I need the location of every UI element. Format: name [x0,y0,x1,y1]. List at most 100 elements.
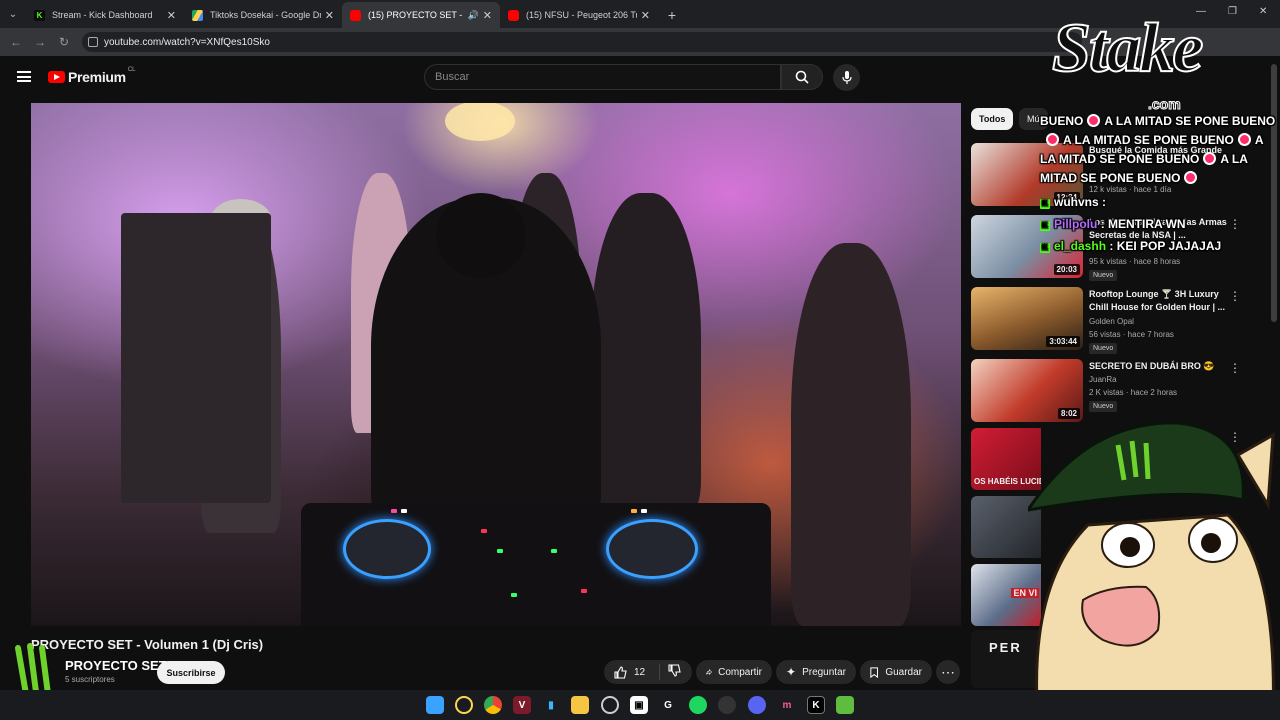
led [641,509,647,513]
chat-line: K Pillpolu : MENTIRA WN [1040,217,1186,231]
rec-channel[interactable]: JuanRa [1089,375,1117,384]
rec-title[interactable]: SECRETO EN DUBÁI BRO 😎 [1089,360,1239,373]
window-close-icon[interactable]: ✕ [1259,6,1267,17]
more-actions-button[interactable]: ⋯ [936,660,960,684]
search-input[interactable]: Buscar [424,64,781,90]
app-icon[interactable] [455,696,473,714]
chat-text: A [1254,133,1264,147]
chat-text: A LA MITAD SE PONE BUENO [1063,133,1234,147]
recommended-video[interactable]: 3:03:44 Rooftop Lounge 🍸 3H Luxury Chill… [971,287,1271,354]
app-icon[interactable]: V [513,696,531,714]
scrollbar[interactable] [1271,64,1277,322]
new-badge: Nuevo [1089,401,1118,412]
chat-text: : [1102,195,1107,209]
stake-logo: Stake [1051,10,1204,87]
ask-label: Preguntar [802,666,846,678]
forward-icon[interactable]: → [28,35,52,49]
tab-1[interactable]: Tiktoks Dosekai - Google Drive ✕ [184,2,342,28]
chat-username: el_dashh [1054,239,1107,253]
chat-text: : KEI POP JAJAJAJ [1109,239,1222,253]
windows-start-icon[interactable] [426,696,444,714]
emote-icon [1087,114,1101,127]
country-code: CL [127,67,136,73]
google-drive-icon [192,9,203,21]
rec-meta: 2 K vistas · hace 2 horas [1089,388,1178,397]
kick-badge-icon: K [1040,199,1050,209]
ask-button[interactable]: ✦ Preguntar [776,660,856,684]
save-button[interactable]: Guardar [860,660,932,684]
share-button[interactable]: Compartir [696,660,772,684]
recommended-video[interactable]: 8:02 SECRETO EN DUBÁI BRO 😎 JuanRa 2 K v… [971,359,1271,423]
file-explorer-icon[interactable] [571,696,589,714]
kick-icon[interactable]: K [807,696,825,714]
back-icon[interactable]: ← [4,35,28,49]
close-icon[interactable]: ✕ [641,9,650,22]
close-icon[interactable]: ✕ [325,9,334,22]
rec-meta: 56 vistas · hace 7 horas [1089,330,1174,339]
channel-name[interactable]: PROYECTO SET [65,658,167,673]
url-field[interactable]: youtube.com/watch?v=XNfQes10Sko [82,32,1082,52]
subscribe-button[interactable]: Suscribirse [157,661,225,684]
video-player[interactable] [31,103,961,626]
chat-line: A LA MITAD SE PONE BUENO A [1042,133,1264,147]
new-badge: Nuevo [1089,270,1118,281]
tab-2[interactable]: (15) PROYECTO SET - Volum 🔊 ✕ [342,2,500,28]
save-label: Guardar [885,666,922,678]
tab-title: Tiktoks Dosekai - Google Drive [210,10,321,20]
tab-0[interactable]: K Stream - Kick Dashboard ✕ [26,2,184,28]
voice-search-button[interactable] [833,64,860,91]
app-icon[interactable]: m [778,696,796,714]
app-icon[interactable]: ▣ [630,696,648,714]
speaker-icon[interactable]: 🔊 [468,10,479,21]
discord-icon[interactable] [748,696,766,714]
search-icon [795,70,809,84]
kick-badge-icon: K [1040,243,1050,253]
rec-title[interactable]: Rooftop Lounge 🍸 3H Luxury Chill House f… [1089,288,1239,314]
more-vertical-icon[interactable]: ⋮ [1229,361,1241,375]
spotify-icon[interactable] [689,696,707,714]
emote-icon [1237,133,1251,146]
app-icon[interactable] [601,696,619,714]
app-icon[interactable]: G [659,696,677,714]
site-info-icon[interactable] [88,37,98,47]
chat-line: Kwuhvns : [1040,195,1106,209]
menu-icon[interactable] [17,71,31,82]
chat-line: Kel_dashh : KEI POP JAJAJAJ [1040,239,1221,253]
chip-all[interactable]: Todos [971,108,1014,130]
more-vertical-icon[interactable]: ⋮ [1229,289,1241,303]
logo-text: Premium [68,69,126,85]
chrome-icon[interactable] [484,696,502,714]
app-icon[interactable]: ▮ [542,696,560,714]
close-icon[interactable]: ✕ [483,9,492,22]
rec-meta: 12 k vistas · hace 1 día [1089,185,1172,194]
close-icon[interactable]: ✕ [167,9,176,22]
tab-search-icon[interactable]: ⌄ [0,0,26,28]
new-tab-button[interactable]: + [658,2,686,28]
subscriber-count: 5 suscriptores [65,675,115,684]
thumbs-up-icon [614,665,627,679]
app-icon[interactable] [836,696,854,714]
search-placeholder: Buscar [435,71,470,83]
like-button[interactable]: 12 [604,664,660,680]
tab-title: (15) PROYECTO SET - Volum [368,10,465,20]
search-button[interactable] [781,64,823,90]
jog-wheel [343,519,431,579]
led [551,549,557,553]
led [631,509,637,513]
more-vertical-icon[interactable]: ⋮ [1229,217,1241,231]
rec-channel[interactable]: Golden Opal [1089,317,1134,326]
emote-icon [1046,133,1059,146]
microphone-icon [841,70,852,84]
chat-line: BUENO A LA MITAD SE PONE BUENO [1040,114,1275,128]
youtube-logo[interactable]: Premium CL [48,67,136,85]
video-thumbnail[interactable]: 8:02 [971,359,1083,422]
dislike-button[interactable] [660,664,681,680]
bookmark-icon [870,666,878,678]
youtube-icon [508,9,519,21]
video-thumbnail[interactable]: 3:03:44 [971,287,1083,350]
reload-icon[interactable]: ↻ [52,35,76,49]
chat-text: BUENO [1040,114,1084,128]
maximize-icon[interactable]: ❐ [1228,6,1237,17]
tab-3[interactable]: (15) NFSU - Peugeot 206 Tuning ✕ [500,2,658,28]
app-icon[interactable] [718,696,736,714]
